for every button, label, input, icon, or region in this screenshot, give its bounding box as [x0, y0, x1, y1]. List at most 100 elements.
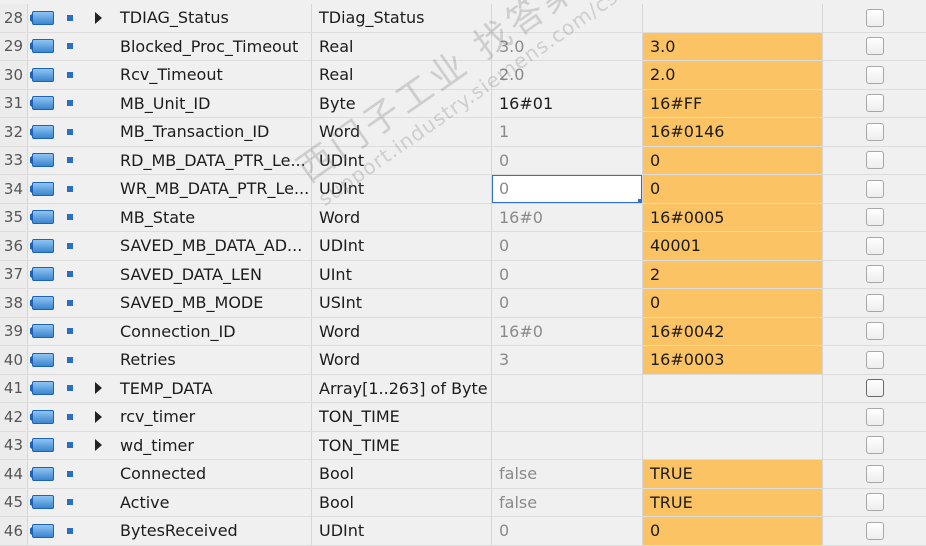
variable-name[interactable]: Rcv_Timeout: [112, 61, 312, 89]
variable-name[interactable]: TDIAG_Status: [112, 4, 312, 32]
variable-name[interactable]: BytesReceived: [112, 517, 312, 545]
retain-cell[interactable]: [823, 460, 926, 488]
monitor-value[interactable]: 0: [643, 517, 823, 545]
data-type[interactable]: TON_TIME: [313, 403, 492, 431]
variable-name[interactable]: WR_MB_DATA_PTR_Le...: [112, 175, 312, 203]
data-type[interactable]: TON_TIME: [313, 431, 492, 459]
retain-cell[interactable]: [823, 375, 926, 403]
retain-checkbox[interactable]: [865, 293, 884, 312]
variable-name[interactable]: MB_Transaction_ID: [112, 118, 312, 146]
start-value[interactable]: [492, 374, 643, 402]
monitor-value[interactable]: 3.0: [643, 32, 823, 60]
data-type[interactable]: UInt: [313, 260, 492, 288]
retain-cell[interactable]: [823, 147, 926, 175]
retain-cell[interactable]: [823, 346, 926, 374]
variable-name[interactable]: SAVED_DATA_LEN: [112, 260, 312, 288]
table-row[interactable]: 45 Active Bool false TRUE: [0, 488, 926, 517]
retain-checkbox[interactable]: [865, 151, 884, 170]
data-type[interactable]: Bool: [313, 460, 492, 488]
data-type[interactable]: Word: [313, 118, 492, 146]
monitor-value[interactable]: 0: [643, 146, 823, 174]
monitor-value[interactable]: TRUE: [643, 488, 823, 516]
retain-checkbox[interactable]: [865, 493, 884, 512]
expand-triangle-icon[interactable]: [94, 11, 102, 24]
variable-name[interactable]: TEMP_DATA: [112, 374, 312, 402]
start-value[interactable]: 16#0: [492, 203, 643, 231]
monitor-value[interactable]: [643, 4, 823, 32]
table-row[interactable]: 46 BytesReceived UDInt 0 0: [0, 517, 926, 546]
retain-checkbox[interactable]: [865, 464, 884, 483]
expand-cell[interactable]: [88, 375, 108, 403]
retain-cell[interactable]: [823, 4, 926, 32]
monitor-value[interactable]: [643, 374, 823, 402]
retain-cell[interactable]: [823, 489, 926, 517]
data-type[interactable]: UDInt: [313, 232, 492, 260]
data-type[interactable]: Byte: [313, 89, 492, 117]
table-row[interactable]: 33 RD_MB_DATA_PTR_Le... UDInt 0 0: [0, 146, 926, 175]
start-value[interactable]: 3: [492, 346, 643, 374]
monitor-value[interactable]: 2.0: [643, 61, 823, 89]
variable-name[interactable]: Blocked_Proc_Timeout: [112, 32, 312, 60]
retain-checkbox[interactable]: [865, 208, 884, 227]
variable-name[interactable]: Connection_ID: [112, 317, 312, 345]
data-type[interactable]: Word: [313, 203, 492, 231]
table-row[interactable]: 41 TEMP_DATA Array[1..263] of Byte: [0, 374, 926, 403]
data-type[interactable]: Array[1..263] of Byte: [313, 374, 492, 402]
start-value[interactable]: 0: [492, 232, 643, 260]
monitor-value[interactable]: 0: [643, 289, 823, 317]
variable-name[interactable]: Active: [112, 488, 312, 516]
variable-name[interactable]: RD_MB_DATA_PTR_Le...: [112, 146, 312, 174]
monitor-value[interactable]: 16#0146: [643, 118, 823, 146]
monitor-value[interactable]: 16#0005: [643, 203, 823, 231]
monitor-value[interactable]: 0: [643, 175, 823, 203]
data-type[interactable]: TDiag_Status: [313, 4, 492, 32]
monitor-value[interactable]: 16#0003: [643, 346, 823, 374]
retain-checkbox[interactable]: [865, 94, 884, 113]
data-type[interactable]: UDInt: [313, 517, 492, 545]
data-type[interactable]: UDInt: [313, 146, 492, 174]
retain-checkbox[interactable]: [865, 65, 884, 84]
table-row[interactable]: 31 MB_Unit_ID Byte 16#01 16#FF: [0, 89, 926, 118]
table-row[interactable]: 44 Connected Bool false TRUE: [0, 460, 926, 489]
retain-cell[interactable]: [823, 90, 926, 118]
table-row[interactable]: 29 Blocked_Proc_Timeout Real 3.0 3.0: [0, 32, 926, 61]
retain-checkbox[interactable]: [865, 436, 884, 455]
start-value[interactable]: [492, 431, 643, 459]
start-value[interactable]: 0: [492, 517, 643, 545]
table-row[interactable]: 40 Retries Word 3 16#0003: [0, 346, 926, 375]
retain-cell[interactable]: [823, 232, 926, 260]
table-row[interactable]: 28 TDIAG_Status TDiag_Status: [0, 4, 926, 33]
data-type[interactable]: Real: [313, 61, 492, 89]
data-type[interactable]: USInt: [313, 289, 492, 317]
monitor-value[interactable]: 2: [643, 260, 823, 288]
variable-name[interactable]: rcv_timer: [112, 403, 312, 431]
start-value[interactable]: 2.0: [492, 61, 643, 89]
start-value[interactable]: 0: [492, 260, 643, 288]
table-row[interactable]: 38 SAVED_MB_MODE USInt 0 0: [0, 289, 926, 318]
retain-cell[interactable]: [823, 432, 926, 460]
monitor-value[interactable]: 16#FF: [643, 89, 823, 117]
table-row[interactable]: 37 SAVED_DATA_LEN UInt 0 2: [0, 260, 926, 289]
expand-cell[interactable]: [88, 4, 108, 32]
table-row[interactable]: 39 Connection_ID Word 16#0 16#0042: [0, 317, 926, 346]
start-value[interactable]: [492, 4, 643, 32]
retain-checkbox[interactable]: [865, 379, 884, 398]
data-type[interactable]: UDInt: [313, 175, 492, 203]
variable-name[interactable]: Connected: [112, 460, 312, 488]
start-value[interactable]: 16#01: [492, 89, 643, 117]
start-value[interactable]: 0: [492, 289, 643, 317]
retain-checkbox[interactable]: [865, 407, 884, 426]
start-value[interactable]: false: [492, 460, 643, 488]
retain-checkbox[interactable]: [865, 322, 884, 341]
table-row[interactable]: 34 WR_MB_DATA_PTR_Le... UDInt 0 0: [0, 175, 926, 204]
retain-cell[interactable]: [823, 403, 926, 431]
variable-name[interactable]: MB_State: [112, 203, 312, 231]
expand-triangle-icon[interactable]: [94, 382, 102, 395]
monitor-value[interactable]: TRUE: [643, 460, 823, 488]
table-row[interactable]: 32 MB_Transaction_ID Word 1 16#0146: [0, 118, 926, 147]
monitor-value[interactable]: [643, 403, 823, 431]
retain-cell[interactable]: [823, 204, 926, 232]
start-value[interactable]: 3.0: [492, 32, 643, 60]
monitor-value[interactable]: 16#0042: [643, 317, 823, 345]
table-row[interactable]: 42 rcv_timer TON_TIME: [0, 403, 926, 432]
